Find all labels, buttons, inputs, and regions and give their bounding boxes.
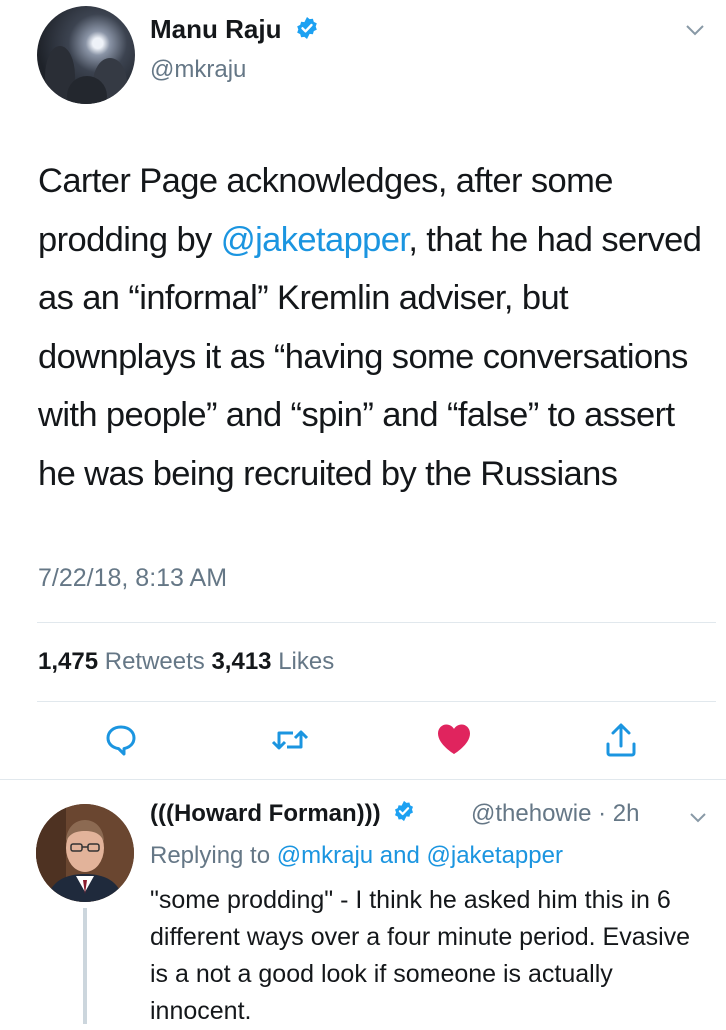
verified-badge-icon xyxy=(295,16,319,47)
like-button[interactable] xyxy=(436,722,472,761)
replying-to: Replying to @mkraju and @jaketapper xyxy=(150,842,563,870)
divider xyxy=(37,701,716,702)
replying-to-prefix: Replying to xyxy=(150,842,271,869)
replying-to-mention-2[interactable]: @jaketapper xyxy=(427,842,563,869)
author-name-text[interactable]: Manu Raju xyxy=(150,14,281,44)
likes-label: Likes xyxy=(278,648,335,675)
heart-icon xyxy=(436,724,472,760)
chevron-down-icon[interactable] xyxy=(686,24,704,42)
share-button[interactable] xyxy=(604,722,638,763)
retweets-count: 1,475 xyxy=(38,648,99,675)
author-name[interactable]: Manu Raju xyxy=(150,14,319,47)
likes-count: 3,413 xyxy=(211,648,272,675)
likes-stat[interactable]: 3,413 Likes xyxy=(211,648,334,675)
retweet-icon xyxy=(270,730,310,762)
reply-time[interactable]: · 2h xyxy=(598,800,639,827)
chevron-down-icon[interactable] xyxy=(690,810,706,828)
retweets-label: Retweets xyxy=(104,648,205,675)
verified-badge-icon xyxy=(393,800,415,829)
author-handle[interactable]: @mkraju xyxy=(150,56,246,84)
reply-author-handle[interactable]: @thehowie xyxy=(471,800,591,827)
reply-icon xyxy=(103,725,139,762)
reply-author-name-text[interactable]: (((Howard Forman))) xyxy=(150,800,381,827)
reply-author-name[interactable]: (((Howard Forman))) xyxy=(150,800,415,829)
replying-to-and: and xyxy=(379,842,420,869)
author-avatar[interactable] xyxy=(37,6,135,104)
tweet-stats: 1,475 Retweets 3,413 Likes xyxy=(38,648,334,676)
retweet-button[interactable] xyxy=(270,722,310,763)
tweet-timestamp[interactable]: 7/22/18, 8:13 AM xyxy=(38,564,227,593)
thread-connector-line xyxy=(83,908,87,1024)
divider xyxy=(37,622,716,623)
tweet-text: Carter Page acknowledges, after some pro… xyxy=(38,152,708,503)
reply-text: "some prodding" - I think he asked him t… xyxy=(150,886,691,1025)
replying-to-mention-1[interactable]: @mkraju xyxy=(277,842,373,869)
reply-author-handle-time: @thehowie · 2h xyxy=(471,800,639,828)
share-icon xyxy=(604,723,638,762)
reply-author-avatar[interactable] xyxy=(36,804,134,902)
reply-button[interactable] xyxy=(103,722,139,763)
divider xyxy=(0,779,726,780)
retweets-stat[interactable]: 1,475 Retweets xyxy=(38,648,205,675)
tweet-text-part-2: , that he had served as an “informal” Kr… xyxy=(38,220,702,493)
mention-link[interactable]: @jaketapper xyxy=(221,221,409,259)
